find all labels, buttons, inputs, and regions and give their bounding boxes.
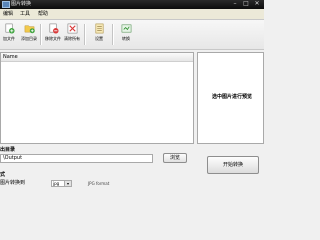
convert-icon <box>121 24 131 33</box>
menu-edit[interactable]: 编辑 <box>3 11 13 17</box>
convert-label: 转换 <box>122 36 130 41</box>
close-button[interactable]: ✕ <box>252 1 262 8</box>
add-folder-button[interactable]: 添加目录 <box>20 23 38 47</box>
menu-tools[interactable]: 工具 <box>20 11 30 17</box>
settings-label: 设置 <box>95 36 103 41</box>
minimize-button[interactable]: – <box>230 1 240 8</box>
output-path-input[interactable]: \Output <box>0 154 153 163</box>
add-file-button[interactable]: 加文件 <box>0 23 18 47</box>
start-convert-button[interactable]: 开始转换 <box>207 156 259 174</box>
add-folder-icon <box>24 25 35 34</box>
format-select[interactable]: jpg ▾ <box>51 180 72 187</box>
preview-placeholder: 选中图片进行预览 <box>212 94 253 100</box>
remove-file-icon <box>49 23 59 34</box>
add-folder-label: 添加目录 <box>21 36 37 41</box>
add-file-label: 加文件 <box>3 36 15 41</box>
toolbar-separator <box>40 24 42 45</box>
clear-all-button[interactable]: 清除所有 <box>63 23 81 47</box>
format-select-value: jpg <box>53 181 60 186</box>
toolbar-separator <box>84 24 86 45</box>
add-file-icon <box>5 23 15 34</box>
maximize-button[interactable]: □ <box>241 1 251 8</box>
toolbar: 加文件 添加目录 移除文件 清除所有 设置 转换 <box>0 20 264 50</box>
output-dir-label: 出目录 <box>0 147 16 153</box>
browse-button[interactable]: 浏览 <box>163 153 187 163</box>
window-title: 图片转换 <box>11 1 32 7</box>
settings-button[interactable]: 设置 <box>90 23 108 47</box>
remove-file-label: 移除文件 <box>45 36 61 41</box>
remove-file-button[interactable]: 移除文件 <box>44 23 62 47</box>
name-column-label: Name <box>3 54 18 60</box>
format-description: JPG format <box>88 181 110 186</box>
toolbar-separator <box>112 24 114 45</box>
menu-bar: 编辑 工具 帮助 <box>0 9 264 20</box>
app-icon <box>2 1 10 8</box>
convert-button[interactable]: 转换 <box>117 23 135 47</box>
title-bar: 图片转换 – □ ✕ <box>0 0 264 9</box>
name-column-header[interactable]: Name <box>1 53 193 62</box>
settings-icon <box>95 23 103 34</box>
clear-all-label: 清除所有 <box>64 36 80 41</box>
clear-all-icon <box>67 23 77 34</box>
format-section-label: 式 <box>0 172 6 178</box>
convert-to-label: 图片转换到 <box>0 180 26 186</box>
file-list[interactable]: Name <box>0 52 194 144</box>
chevron-down-icon: ▾ <box>64 181 71 186</box>
menu-help[interactable]: 帮助 <box>38 11 48 17</box>
preview-panel: 选中图片进行预览 <box>197 52 264 144</box>
